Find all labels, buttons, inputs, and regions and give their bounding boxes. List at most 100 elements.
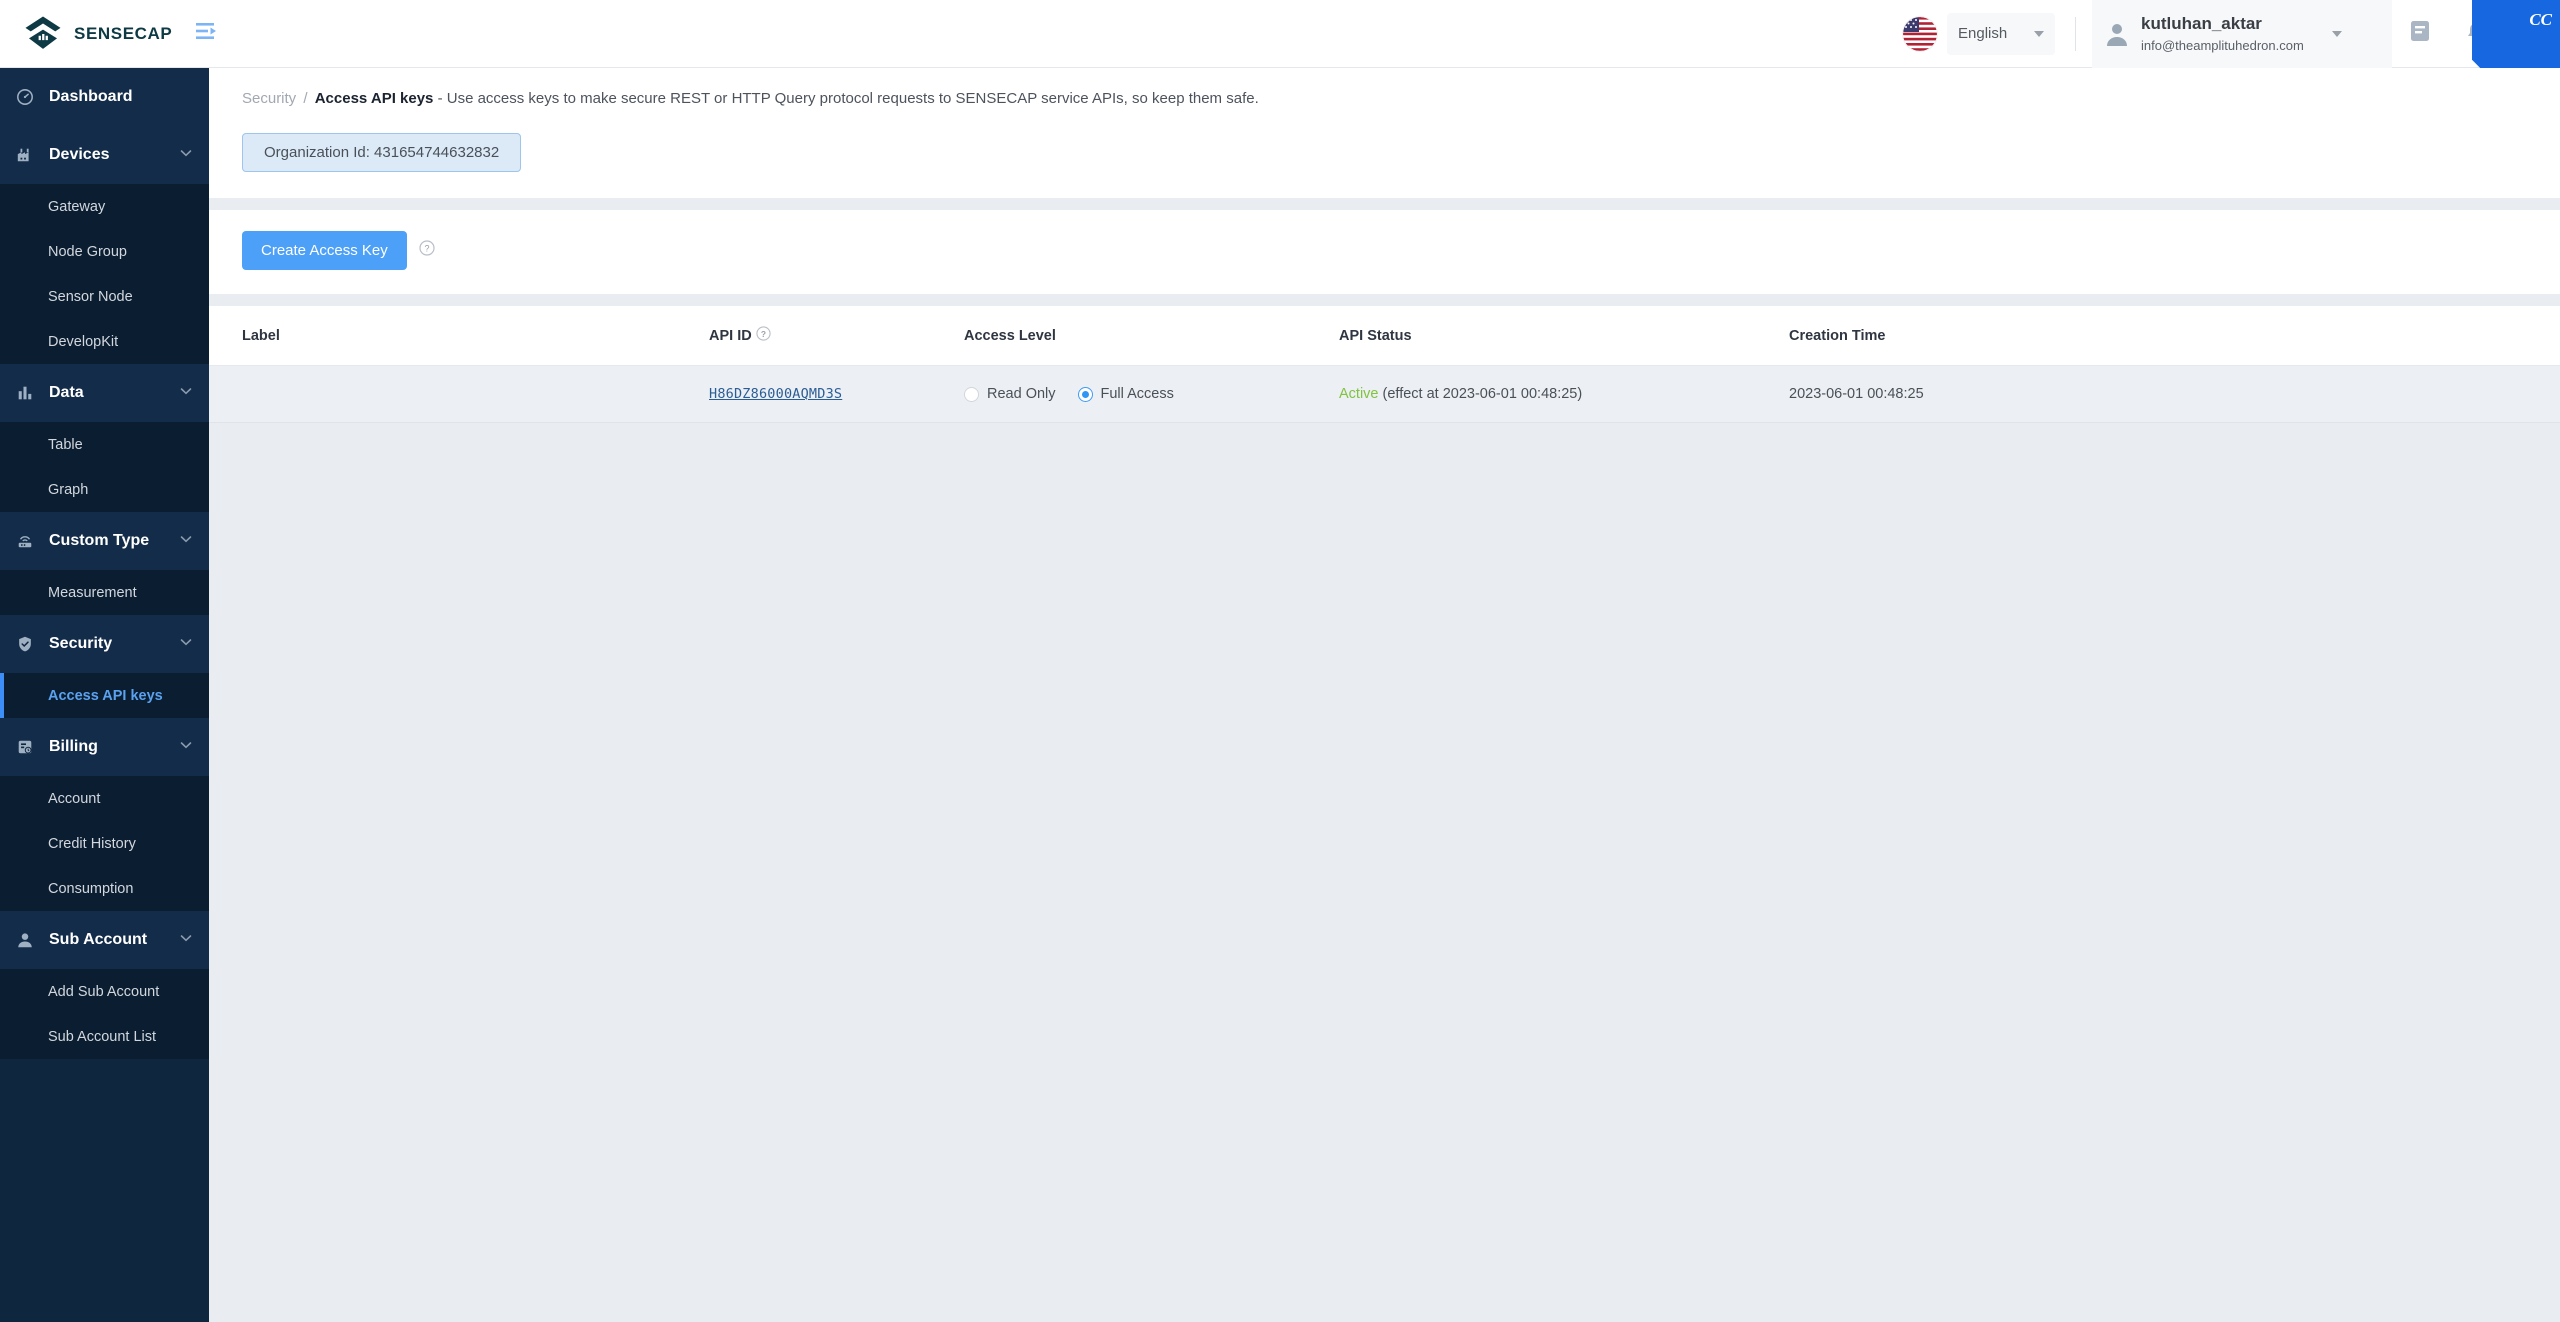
status-badge: Active <box>1339 386 1379 402</box>
api-id-link[interactable]: H86DZ86000AQMD3S <box>709 386 842 402</box>
api-keys-table-panel: Label API ID ? A <box>209 306 2560 423</box>
collapse-menu-button[interactable] <box>180 0 234 68</box>
sidebar-subgroup: AccountCredit HistoryConsumption <box>0 776 209 911</box>
sidebar-group-dashboard[interactable]: Dashboard <box>0 68 209 126</box>
cell-access-level: Read Only Full Access <box>964 366 1339 423</box>
table-body: H86DZ86000AQMD3S Read Only Full Access <box>209 366 2560 423</box>
api-keys-table: Label API ID ? A <box>209 306 2560 423</box>
sidebar-item-sensor-node[interactable]: Sensor Node <box>0 274 209 319</box>
action-bar: Create Access Key ? <box>209 210 2560 294</box>
header-panel: Security / Access API keys - Use access … <box>209 68 2560 198</box>
radio-full-access[interactable]: Full Access <box>1078 386 1174 402</box>
breadcrumb-parent[interactable]: Security <box>242 90 296 107</box>
table-row: H86DZ86000AQMD3S Read Only Full Access <box>209 366 2560 423</box>
column-header-label-text: Label <box>242 328 280 344</box>
sidebar-group-label: Data <box>49 384 179 402</box>
panel-gap-2 <box>209 294 2560 306</box>
sidebar-subgroup: TableGraph <box>0 422 209 512</box>
sidebar-group-label: Security <box>49 635 179 653</box>
bar-chart-icon <box>16 384 38 402</box>
action-panel: Create Access Key ? <box>209 210 2560 294</box>
sidebar-subgroup: Add Sub AccountSub Account List <box>0 969 209 1059</box>
sidebar-group-label: Dashboard <box>49 88 209 106</box>
question-circle-icon[interactable]: ? <box>756 326 771 345</box>
cell-label <box>209 366 709 423</box>
sidebar-group-devices[interactable]: Devices <box>0 126 209 184</box>
radio-full-access-label: Full Access <box>1101 386 1174 402</box>
divider <box>2075 17 2076 51</box>
user-avatar-icon <box>2104 21 2130 47</box>
person-icon <box>16 931 38 949</box>
sidebar-item-measurement[interactable]: Measurement <box>0 570 209 615</box>
chevron-down-icon <box>2332 31 2342 37</box>
sidebar-nav: Dashboard Devices GatewayNode GroupSensor … <box>0 68 209 1059</box>
column-header-api-id: API ID ? <box>709 306 964 366</box>
table-head: Label API ID ? A <box>209 306 2560 366</box>
sidebar-subgroup: GatewayNode GroupSensor NodeDevelopKit <box>0 184 209 364</box>
panel-gap <box>209 198 2560 210</box>
devices-icon <box>16 146 38 164</box>
status-detail: (effect at 2023-06-01 00:48:25) <box>1383 386 1583 402</box>
sidebar-group-data[interactable]: Data <box>0 364 209 422</box>
collapse-menu-icon <box>195 21 219 46</box>
sidebar-item-developkit[interactable]: DevelopKit <box>0 319 209 364</box>
sidebar-group-label: Billing <box>49 738 179 756</box>
corner-ribbon-label: CC <box>2529 10 2552 30</box>
sidebar-item-node-group[interactable]: Node Group <box>0 229 209 274</box>
page-title: Access API keys <box>315 90 434 107</box>
radio-read-only[interactable]: Read Only <box>964 386 1056 402</box>
sidebar-item-access-api-keys[interactable]: Access API keys <box>0 673 209 718</box>
main-content: Security / Access API keys - Use access … <box>209 68 2560 1322</box>
router-icon <box>16 532 38 550</box>
sidebar-item-account[interactable]: Account <box>0 776 209 821</box>
sidebar-item-sub-account-list[interactable]: Sub Account List <box>0 1014 209 1059</box>
sidebar-item-credit-history[interactable]: Credit History <box>0 821 209 866</box>
column-header-api-id-inner: API ID ? <box>709 326 771 345</box>
billing-icon <box>16 738 38 756</box>
sidebar-item-consumption[interactable]: Consumption <box>0 866 209 911</box>
us-flag-icon <box>1903 17 1937 51</box>
column-header-label: Label <box>209 306 709 366</box>
sidebar-group-sub-account[interactable]: Sub Account <box>0 911 209 969</box>
cell-creation-time: 2023-06-01 00:48:25 <box>1789 366 2560 423</box>
chevron-down-icon <box>179 635 193 654</box>
page-description: - Use access keys to make secure REST or… <box>438 90 1259 107</box>
cell-api-status: Active (effect at 2023-06-01 00:48:25) <box>1339 366 1789 423</box>
create-access-key-button[interactable]: Create Access Key <box>242 231 407 270</box>
sidebar-item-gateway[interactable]: Gateway <box>0 184 209 229</box>
sidebar-item-table[interactable]: Table <box>0 422 209 467</box>
chevron-down-icon <box>179 384 193 403</box>
sidebar-subgroup: Access API keys <box>0 673 209 718</box>
user-menu[interactable]: kutluhan_aktar info@theamplituhedron.com <box>2092 0 2392 68</box>
sidebar-group-security[interactable]: Security <box>0 615 209 673</box>
dashboard-gauge-icon <box>16 88 38 106</box>
page-header: Security / Access API keys - Use access … <box>209 68 2560 198</box>
organization-id-badge: Organization Id: 431654744632832 <box>242 133 521 172</box>
chevron-down-icon <box>179 532 193 551</box>
sidebar-group-custom-type[interactable]: Custom Type <box>0 512 209 570</box>
sidebar: Dashboard Devices GatewayNode GroupSensor … <box>0 68 209 1322</box>
sidebar-group-billing[interactable]: Billing <box>0 718 209 776</box>
sidebar-item-add-sub-account[interactable]: Add Sub Account <box>0 969 209 1014</box>
top-bar: SENSECAP <box>0 0 2560 68</box>
docs-icon <box>2409 19 2431 48</box>
chevron-down-icon <box>179 738 193 757</box>
sidebar-item-graph[interactable]: Graph <box>0 467 209 512</box>
sidebar-group-label: Devices <box>49 146 179 164</box>
chevron-down-icon <box>179 146 193 165</box>
language-select[interactable]: English <box>1947 13 2055 55</box>
column-header-access-level: Access Level <box>964 306 1339 366</box>
column-header-api-id-text: API ID <box>709 328 752 344</box>
cell-api-id: H86DZ86000AQMD3S <box>709 366 964 423</box>
corner-ribbon[interactable]: CC <box>2472 0 2560 68</box>
docs-button[interactable] <box>2392 0 2448 68</box>
radio-read-only-label: Read Only <box>987 386 1056 402</box>
brand[interactable]: SENSECAP <box>0 13 180 55</box>
table-header-row: Label API ID ? A <box>209 306 2560 366</box>
brand-name: SENSECAP <box>74 24 172 44</box>
sidebar-group-label: Custom Type <box>49 532 179 550</box>
chevron-down-icon <box>2034 31 2044 37</box>
language-area: English <box>1903 0 2059 68</box>
question-circle-icon[interactable]: ? <box>419 240 435 261</box>
access-level-radio-group: Read Only Full Access <box>964 386 1339 402</box>
